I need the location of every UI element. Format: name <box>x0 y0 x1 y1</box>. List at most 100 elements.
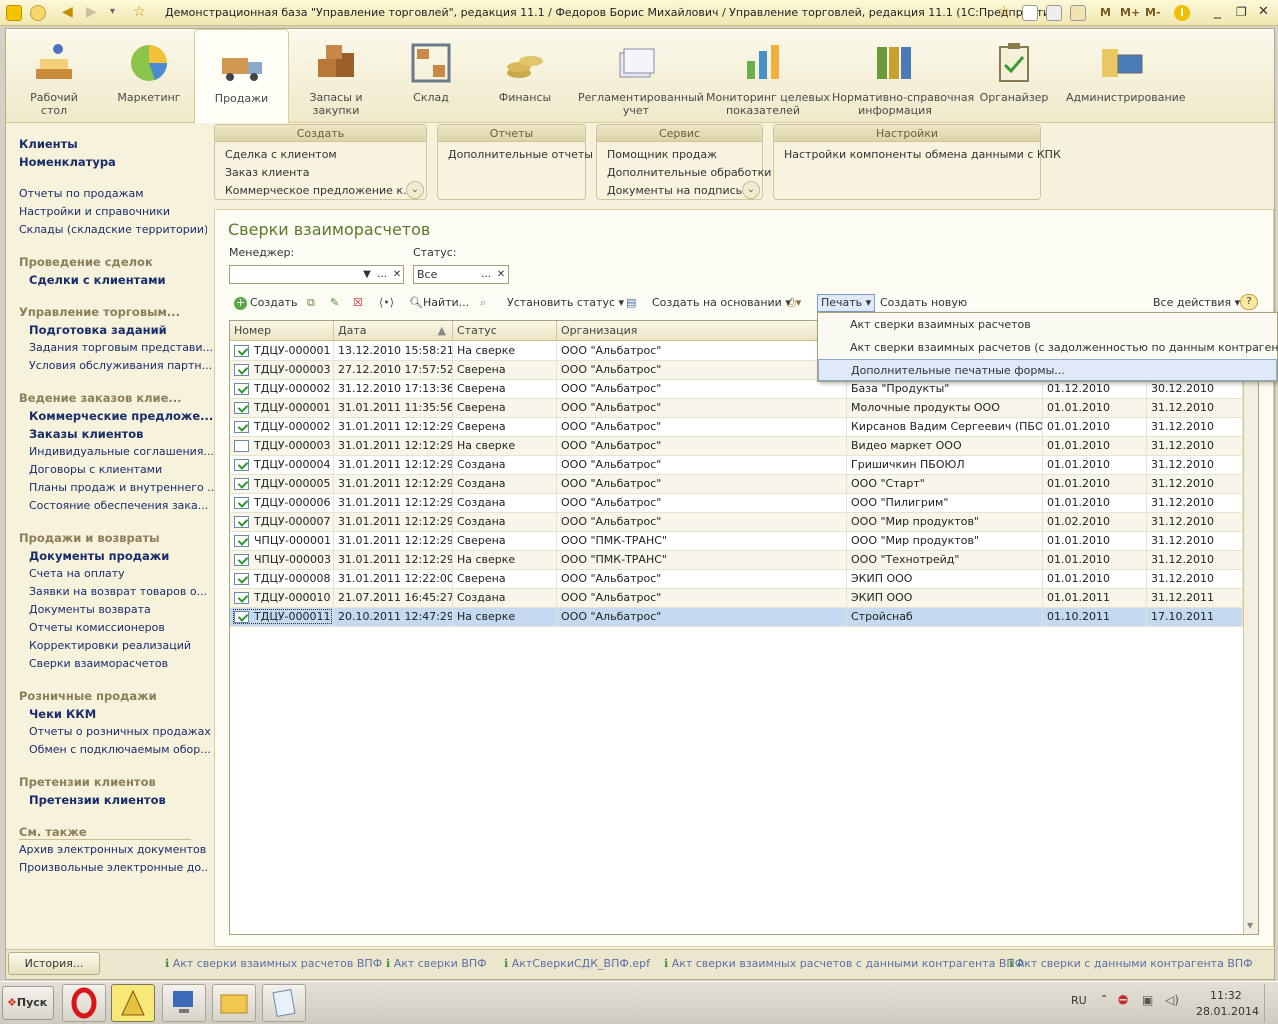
nav-link[interactable]: Отчеты комиссионеров <box>29 621 217 634</box>
expand-chevron-icon[interactable]: ⌄ <box>406 181 424 199</box>
status-field[interactable]: Все … ✕ <box>413 265 509 284</box>
clock-date[interactable]: 28.01.2014 <box>1196 1005 1259 1018</box>
network-taskbar-button[interactable] <box>162 984 206 1022</box>
nav-link[interactable]: Заявки на возврат товаров о... <box>29 585 217 598</box>
section-desktop[interactable]: Рабочий стол <box>14 29 94 123</box>
table-row[interactable]: ЧПЦУ-000001 31.01.2011 12:12:29 Сверена ООО… <box>230 532 1243 551</box>
menu-item-reconciliation-act[interactable]: Акт сверки взаимных расчетов <box>818 314 1277 336</box>
memory-button[interactable]: M <box>1100 6 1111 19</box>
table-row[interactable]: ТДЦУ-000008 31.01.2011 12:22:00 Сверена ООО… <box>230 570 1243 589</box>
nav-link[interactable]: Корректировки реализаций <box>29 639 217 652</box>
calendar-icon[interactable] <box>1070 5 1086 21</box>
nav-link-bold[interactable]: Документы продажи <box>29 549 217 563</box>
nav-link[interactable]: Документы возврата <box>29 603 217 616</box>
clear-x-icon[interactable]: ✕ <box>493 267 509 284</box>
table-row[interactable]: ТДЦУ-000004 31.01.2011 12:12:29 Создана ООО… <box>230 456 1243 475</box>
language-indicator[interactable]: RU <box>1071 994 1087 1007</box>
section-organizer[interactable]: Органайзер <box>974 29 1054 123</box>
scroll-down-icon[interactable]: ▼ <box>1247 921 1253 930</box>
print-form-link[interactable]: ℹ Акт сверки ВПФ <box>386 957 487 970</box>
select-ellipsis-icon[interactable]: … <box>374 267 390 284</box>
nav-link[interactable]: Отчеты по продажам <box>19 187 207 200</box>
table-row[interactable]: ТДЦУ-000002 31.01.2011 12:12:29 Сверена ООО… <box>230 418 1243 437</box>
start-button[interactable]: ❖Пуск <box>2 986 54 1020</box>
copy-icon[interactable]: ⧉ <box>303 294 323 312</box>
dropdown-arrow-icon[interactable]: ▼ <box>359 267 375 284</box>
clock-time[interactable]: 11:32 <box>1210 989 1242 1002</box>
tray-volume-icon[interactable]: ◁) <box>1165 993 1179 1007</box>
section-warehouse[interactable]: Склад <box>390 29 472 123</box>
nav-link-bold[interactable]: Претензии клиентов <box>29 793 217 807</box>
tray-device-icon[interactable]: ▣ <box>1142 993 1153 1007</box>
opera-taskbar-button[interactable] <box>62 984 106 1022</box>
menu-item-reconciliation-act-counterparty[interactable]: Акт сверки взаимных расчетов (с задолжен… <box>818 337 1278 359</box>
section-administration[interactable]: Администрирование <box>1066 29 1186 123</box>
delete-mark-icon[interactable]: ☒ <box>349 294 369 312</box>
kpk-settings-link[interactable]: Настройки компоненты обмена данными с КП… <box>784 148 1061 161</box>
back-arrow-icon[interactable]: ◀ <box>62 5 78 21</box>
table-row[interactable]: ТДЦУ-000006 31.01.2011 12:12:29 Создана ООО… <box>230 494 1243 513</box>
nav-link[interactable]: Склады (складские территории) <box>19 223 207 236</box>
nav-link[interactable]: Сверки взаиморасчетов <box>29 657 217 670</box>
list-icon[interactable]: ▤ <box>622 294 640 312</box>
create-new-button[interactable]: Создать новую <box>876 294 971 312</box>
all-actions-button[interactable]: Все действия ▾ <box>1149 294 1244 312</box>
manager-field[interactable]: ▼ … ✕ <box>229 265 404 284</box>
print-form-link[interactable]: ℹ Акт сверки с данными контрагента ВПФ <box>1009 957 1253 970</box>
find-button[interactable]: 🔍︎Найти... <box>405 294 473 312</box>
expand-chevron-icon[interactable]: ⌄ <box>742 181 760 199</box>
table-row[interactable]: ТДЦУ-000002 31.12.2010 17:13:36 Сверена ООО… <box>230 380 1243 399</box>
minimize-icon[interactable]: _ <box>1214 4 1230 21</box>
table-row[interactable]: ТДЦУ-000010 21.07.2011 16:45:27 Создана ООО… <box>230 589 1243 608</box>
history-dropdown-icon[interactable]: ▾ <box>110 5 126 21</box>
print-forms-icon[interactable]: ⎙▾ <box>783 294 811 312</box>
sales-assistant-link[interactable]: Помощник продаж <box>607 148 717 161</box>
section-marketing[interactable]: Маркетинг <box>106 29 192 123</box>
edit-pencil-icon[interactable]: ✎ <box>326 294 346 312</box>
nav-link-bold[interactable]: Сделки с клиентами <box>29 273 217 287</box>
explorer-taskbar-button[interactable] <box>212 984 256 1022</box>
help-icon[interactable]: ? <box>1240 294 1258 310</box>
table-row[interactable]: ТДЦУ-000001 31.01.2011 11:35:56 Сверена ООО… <box>230 399 1243 418</box>
memory-minus-button[interactable]: M- <box>1145 6 1161 19</box>
create-based-on-button[interactable]: Создать на основании ▾ <box>648 294 795 312</box>
nav-link[interactable]: Индивидуальные соглашения... <box>29 445 217 458</box>
nav-link-bold[interactable]: Заказы клиентов <box>29 427 217 441</box>
nav-link[interactable]: Счета на оплату <box>29 567 217 580</box>
nav-link[interactable]: Задания торговым представи... <box>29 341 217 354</box>
section-sales[interactable]: Продажи <box>194 29 289 123</box>
create-offer-link[interactable]: Коммерческое предложение к... <box>225 184 414 197</box>
table-row[interactable]: ЧПЦУ-000003 31.01.2011 12:12:29 На сверке О… <box>230 551 1243 570</box>
nav-link-bold[interactable]: Коммерческие предложе... <box>29 409 217 423</box>
favorites-icon[interactable]: ☆ <box>998 5 1014 21</box>
forward-arrow-icon[interactable]: ▶ <box>86 5 102 21</box>
print-form-link[interactable]: ℹ Акт сверки взаимных расчетов ВПФ <box>165 957 382 970</box>
nav-link[interactable]: Отчеты о розничных продажах <box>29 725 217 738</box>
restore-icon[interactable]: ❐ <box>1236 5 1252 21</box>
print-form-link[interactable]: ℹ Акт сверки взаимных расчетов с данными… <box>664 957 1024 970</box>
nav-link[interactable]: Архив электронных документов <box>19 843 207 856</box>
post-icon[interactable]: ⟨•⟩ <box>375 294 397 312</box>
menu-item-additional-print-forms[interactable]: Дополнительные печатные формы... <box>818 359 1277 381</box>
link-icon[interactable] <box>1022 5 1038 21</box>
nav-link[interactable]: Планы продаж и внутреннего ... <box>29 481 217 494</box>
nav-link[interactable]: Договоры с клиентами <box>29 463 217 476</box>
calculator-icon[interactable] <box>1046 5 1062 21</box>
nav-link[interactable]: Настройки и справочники <box>19 205 207 218</box>
print-form-link[interactable]: ℹ АктСверкиСДК_ВПФ.epf <box>504 957 650 970</box>
memory-plus-button[interactable]: M+ <box>1120 6 1140 19</box>
documents-to-sign-link[interactable]: Документы на подпись <box>607 184 742 197</box>
print-button[interactable]: Печать ▾ <box>817 294 876 312</box>
nav-link-bold[interactable]: Клиенты <box>19 137 207 151</box>
additional-reports-link[interactable]: Дополнительные отчеты <box>448 148 593 161</box>
column-header-status[interactable]: Статус <box>453 321 557 341</box>
section-reference-info[interactable]: Нормативно-справочная информация <box>832 29 974 123</box>
set-status-button[interactable]: Установить статус ▾ <box>503 294 628 312</box>
create-button[interactable]: + Создать <box>230 294 302 312</box>
cancel-search-icon[interactable]: ⌕ <box>476 294 496 312</box>
select-ellipsis-icon[interactable]: … <box>478 267 494 284</box>
nav-link[interactable]: Условия обслуживания партн... <box>29 359 217 372</box>
info-icon[interactable]: i <box>1174 5 1190 21</box>
favorite-star-icon[interactable]: ☆ <box>133 5 149 21</box>
table-row[interactable]: ТДЦУ-000011 20.10.2011 12:47:29 На сверке О… <box>230 608 1243 627</box>
